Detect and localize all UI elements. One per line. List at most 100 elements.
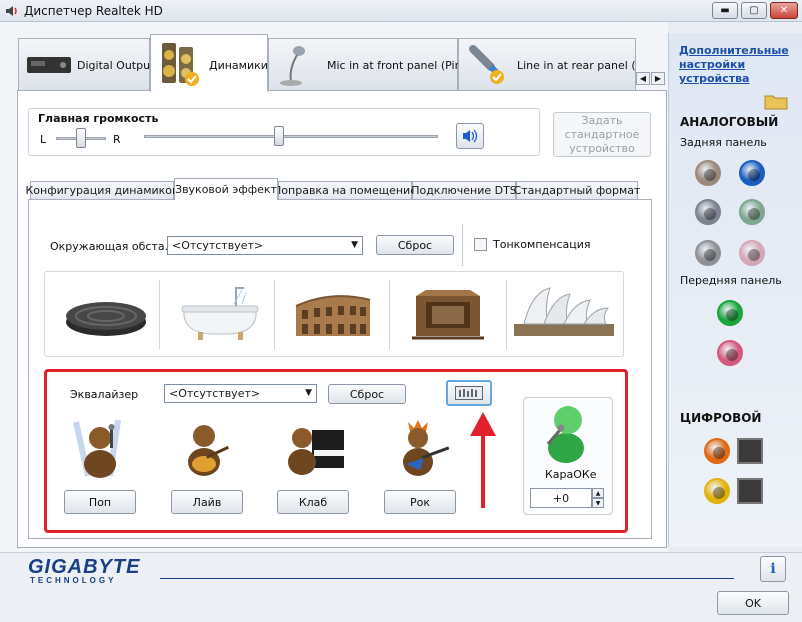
jack-rear-1[interactable] bbox=[695, 160, 721, 186]
environment-reset-button[interactable]: Сброс bbox=[376, 235, 454, 255]
dropdown-arrow-icon: ▼ bbox=[305, 388, 312, 398]
jack-digital-coax-yellow[interactable] bbox=[704, 478, 730, 504]
maximize-button[interactable]: ▢ bbox=[741, 2, 767, 19]
equalizer-label: Эквалайзер bbox=[70, 388, 139, 401]
set-default-device-button[interactable]: Задать стандартное устройство bbox=[553, 112, 651, 157]
info-button[interactable]: i bbox=[760, 556, 786, 582]
speakers-icon bbox=[162, 43, 199, 86]
front-panel-label: Передняя панель bbox=[680, 274, 782, 287]
tab-label: Динамики bbox=[209, 59, 268, 72]
colosseum-environment-icon[interactable] bbox=[292, 286, 374, 340]
volume-slider-track[interactable] bbox=[144, 135, 438, 138]
karaoke-up-button[interactable]: ▲ bbox=[592, 488, 604, 498]
footer-line bbox=[160, 578, 734, 579]
analog-heading: АНАЛОГОВЫЙ bbox=[680, 115, 779, 129]
eq-preset-live-button[interactable]: Лайв bbox=[171, 490, 243, 514]
tabs-scroll-left-button[interactable]: ◀ bbox=[636, 72, 650, 85]
arrow-down-icon: ▼ bbox=[595, 499, 601, 507]
tab-label: Mic in at front panel (Pink) bbox=[327, 59, 473, 72]
rock-guitarist-icon bbox=[403, 420, 450, 476]
jack-rear-6[interactable] bbox=[739, 240, 765, 266]
environment-label: Окружающая обста... bbox=[50, 240, 176, 253]
digital-heading: ЦИФРОВОЙ bbox=[680, 411, 762, 425]
mute-button[interactable] bbox=[456, 123, 484, 149]
live-guitarist-icon bbox=[188, 425, 230, 476]
opera-house-environment-icon[interactable] bbox=[510, 280, 618, 342]
divider bbox=[506, 280, 507, 350]
environment-selected-value: <Отсутствует> bbox=[172, 239, 264, 252]
club-pianist-icon bbox=[288, 428, 344, 475]
karaoke-singer-icon[interactable] bbox=[538, 400, 592, 464]
eq-preset-club-button[interactable]: Клаб bbox=[277, 490, 349, 514]
karaoke-label: КараОКе bbox=[545, 468, 597, 481]
arrow-left-icon: ◀ bbox=[639, 74, 647, 83]
arrow-right-icon: ▶ bbox=[654, 74, 662, 83]
volume-slider-thumb[interactable] bbox=[274, 126, 285, 146]
tab-label: Digital Output bbox=[77, 59, 155, 72]
balance-left-label: L bbox=[40, 133, 47, 146]
right-panel bbox=[668, 33, 802, 547]
close-button[interactable]: ✕ bbox=[770, 2, 798, 19]
jack-rear-5[interactable] bbox=[695, 240, 721, 266]
bathroom-environment-icon[interactable] bbox=[176, 282, 264, 344]
line-in-jack-icon bbox=[469, 45, 504, 84]
close-icon: ✕ bbox=[779, 5, 789, 16]
jack-rear-3[interactable] bbox=[695, 199, 721, 225]
equalizer-reset-button[interactable]: Сброс bbox=[328, 384, 406, 404]
divider bbox=[389, 280, 390, 350]
jack-rear-4[interactable] bbox=[739, 199, 765, 225]
gigabyte-logo-sub: TECHNOLOGY bbox=[30, 576, 117, 585]
equalizer-icon bbox=[455, 386, 483, 400]
stone-room-environment-icon[interactable] bbox=[408, 286, 488, 342]
tab-line-in-rear[interactable]: Line in at rear panel (Blu bbox=[458, 38, 636, 90]
loudness-checkbox[interactable] bbox=[474, 238, 487, 251]
tabs-scroll-right-button[interactable]: ▶ bbox=[651, 72, 665, 85]
red-arrow-annotation bbox=[470, 412, 496, 508]
balance-slider-thumb[interactable] bbox=[76, 128, 86, 148]
dropdown-arrow-icon: ▼ bbox=[351, 240, 358, 250]
folder-icon[interactable] bbox=[764, 92, 788, 110]
rear-panel-label: Задняя панель bbox=[680, 136, 767, 149]
jack-front-green[interactable] bbox=[717, 300, 743, 326]
digital-output-device-icon bbox=[27, 57, 71, 73]
eq-preset-rock-button[interactable]: Рок bbox=[384, 490, 456, 514]
speaker-volume-icon bbox=[463, 129, 478, 143]
divider bbox=[274, 280, 275, 350]
subtab-speaker-config[interactable]: Конфигурация динамиков bbox=[25, 181, 179, 199]
graphic-equalizer-button[interactable] bbox=[446, 380, 492, 406]
loudness-label: Тонкомпенсация bbox=[493, 238, 591, 251]
arrow-up-icon: ▲ bbox=[595, 489, 601, 497]
divider bbox=[462, 224, 463, 266]
optical-port-1[interactable] bbox=[737, 438, 763, 464]
equalizer-select[interactable]: <Отсутствует> ▼ bbox=[164, 384, 317, 403]
balance-right-label: R bbox=[113, 133, 121, 146]
optical-port-2[interactable] bbox=[737, 478, 763, 504]
jack-digital-coax-orange[interactable] bbox=[704, 438, 730, 464]
main-volume-title: Главная громкость bbox=[38, 112, 159, 125]
title-bar: Диспетчер Realtek HD ▬ ▢ ✕ bbox=[0, 0, 802, 22]
subtab-default-format[interactable]: Стандартный формат bbox=[514, 181, 640, 199]
minimize-icon: ▬ bbox=[720, 5, 730, 16]
tab-label: Line in at rear panel (Blu bbox=[517, 59, 636, 72]
karaoke-value-input[interactable]: +0 bbox=[530, 488, 592, 508]
tab-digital-output[interactable]: Digital Output bbox=[18, 38, 154, 90]
equalizer-selected-value: <Отсутствует> bbox=[169, 387, 261, 400]
eq-preset-pop-button[interactable]: Поп bbox=[64, 490, 136, 514]
pop-singer-icon bbox=[73, 419, 121, 478]
sewer-environment-icon[interactable] bbox=[62, 290, 150, 340]
jack-front-pink[interactable] bbox=[717, 340, 743, 366]
tab-mic-front[interactable]: Mic in at front panel (Pink) bbox=[268, 38, 472, 90]
subtab-room-correction[interactable]: Поправка на помещение bbox=[273, 181, 417, 199]
karaoke-down-button[interactable]: ▼ bbox=[592, 498, 604, 508]
environment-select[interactable]: <Отсутствует> ▼ bbox=[167, 236, 363, 255]
minimize-button[interactable]: ▬ bbox=[712, 2, 738, 19]
info-icon: i bbox=[770, 561, 776, 577]
advanced-settings-link[interactable]: Дополнительные настройки устройства bbox=[679, 44, 789, 86]
ok-button[interactable]: OK bbox=[717, 591, 789, 615]
microphone-icon bbox=[280, 46, 305, 86]
subtab-dts-connect[interactable]: Подключение DTS bbox=[411, 181, 517, 199]
tab-speakers[interactable]: Динамики bbox=[150, 34, 268, 92]
maximize-icon: ▢ bbox=[749, 5, 759, 16]
jack-rear-2[interactable] bbox=[739, 160, 765, 186]
subtab-sound-effects[interactable]: Звуковой эффект bbox=[174, 178, 278, 200]
